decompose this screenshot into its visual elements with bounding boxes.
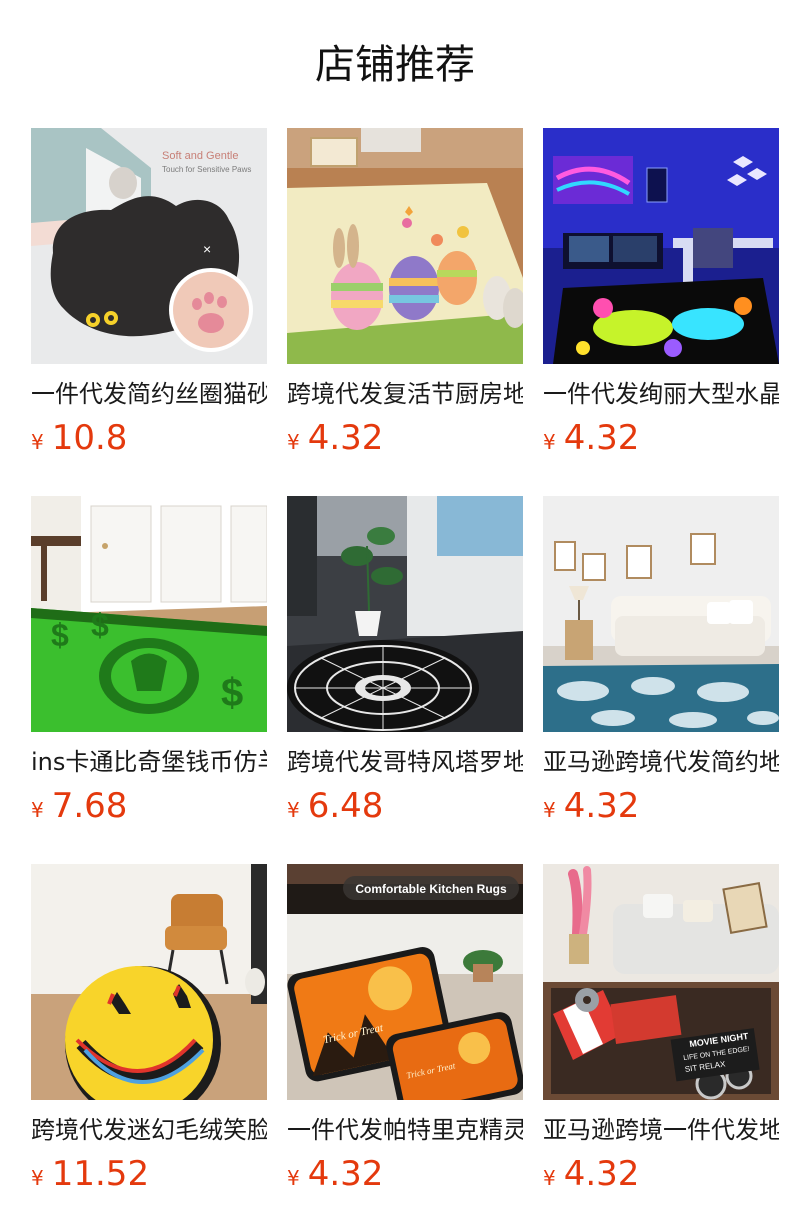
price-value: 7.68 <box>51 786 128 826</box>
svg-text:$: $ <box>51 617 69 653</box>
product-card[interactable]: MOVIE NIGHT LIFE ON THE EDGE! SIT RELAX … <box>543 864 779 1232</box>
currency-symbol: ¥ <box>543 430 556 454</box>
product-card[interactable]: 一件代发绚丽大型水晶地毯 ¥4.32 <box>543 128 779 496</box>
product-price: ¥11.52 <box>31 1154 267 1194</box>
svg-text:$: $ <box>91 607 109 643</box>
cat-litter-mat-image: × Soft and Gentle Touch for Sensitive Pa… <box>31 128 267 364</box>
image-caption-text: Comfortable Kitchen Rugs <box>355 882 507 896</box>
product-name[interactable]: 跨境代发哥特风塔罗地垫 <box>287 746 523 778</box>
product-image[interactable]: × Soft and Gentle Touch for Sensitive Pa… <box>31 128 267 364</box>
money-rug-image: $ $ $ <box>31 496 267 732</box>
product-image[interactable]: MOVIE NIGHT LIFE ON THE EDGE! SIT RELAX <box>543 864 779 1100</box>
product-name[interactable]: 一件代发绚丽大型水晶地毯 <box>543 378 779 410</box>
gaming-room-rug-image <box>543 128 779 364</box>
price-value: 6.48 <box>307 786 384 826</box>
product-name[interactable]: ins卡通比奇堡钱币仿羊绒地毯 <box>31 746 267 778</box>
product-card[interactable]: 亚马逊跨境代发简约地毯 ¥4.32 <box>543 496 779 864</box>
price-value: 4.32 <box>563 1154 640 1194</box>
product-card[interactable]: 跨境代发哥特风塔罗地垫 ¥6.48 <box>287 496 523 864</box>
currency-symbol: ¥ <box>31 1166 44 1190</box>
smiley-face-rug-image <box>31 864 267 1100</box>
product-image[interactable] <box>31 864 267 1100</box>
price-value: 4.32 <box>563 786 640 826</box>
product-image[interactable] <box>287 496 523 732</box>
shop-recommendations-page: 店铺推荐 × Soft and Gentle Touch for Sensiti… <box>0 0 790 1232</box>
currency-symbol: ¥ <box>31 798 44 822</box>
easter-kitchen-mat-image <box>287 128 523 364</box>
product-price: ¥10.8 <box>31 418 267 458</box>
product-name[interactable]: 跨境代发复活节厨房地垫 <box>287 378 523 410</box>
product-price: ¥7.68 <box>31 786 267 826</box>
currency-symbol: ¥ <box>287 430 300 454</box>
currency-symbol: ¥ <box>287 798 300 822</box>
product-price: ¥4.32 <box>543 786 779 826</box>
product-price: ¥4.32 <box>543 1154 779 1194</box>
currency-symbol: ¥ <box>287 1166 300 1190</box>
product-image[interactable]: $ $ $ <box>31 496 267 732</box>
product-card[interactable]: $ $ $ ins卡通比奇堡钱币仿羊绒地毯 ¥7.68 <box>31 496 267 864</box>
product-card[interactable]: Comfortable Kitchen Rugs Trick or Treat <box>287 864 523 1232</box>
product-image[interactable] <box>543 128 779 364</box>
currency-symbol: ¥ <box>31 430 44 454</box>
tarot-round-mat-image <box>287 496 523 732</box>
product-price: ¥4.32 <box>287 1154 523 1194</box>
movie-night-rug-image: MOVIE NIGHT LIFE ON THE EDGE! SIT RELAX <box>543 864 779 1100</box>
product-card[interactable]: 跨境代发迷幻毛绒笑脸地毯 ¥11.52 <box>31 864 267 1232</box>
product-card[interactable]: × Soft and Gentle Touch for Sensitive Pa… <box>31 128 267 496</box>
product-name[interactable]: 亚马逊跨境代发简约地毯 <box>543 746 779 778</box>
product-price: ¥4.32 <box>287 418 523 458</box>
product-price: ¥6.48 <box>287 786 523 826</box>
product-price: ¥4.32 <box>543 418 779 458</box>
price-value: 4.32 <box>563 418 640 458</box>
svg-text:$: $ <box>221 671 243 715</box>
product-image[interactable] <box>287 128 523 364</box>
halloween-kitchen-rugs-image: Comfortable Kitchen Rugs Trick or Treat <box>287 864 523 1100</box>
product-name[interactable]: 一件代发帕特里克精灵地垫 <box>287 1114 523 1146</box>
living-room-rug-image <box>543 496 779 732</box>
product-name[interactable]: 一件代发简约丝圈猫砂垫 <box>31 378 267 410</box>
product-card[interactable]: 跨境代发复活节厨房地垫 ¥4.32 <box>287 128 523 496</box>
product-image[interactable] <box>543 496 779 732</box>
currency-symbol: ¥ <box>543 1166 556 1190</box>
product-image[interactable]: Comfortable Kitchen Rugs Trick or Treat <box>287 864 523 1100</box>
image-caption-text: Soft and Gentle <box>162 150 238 162</box>
price-value: 4.32 <box>307 418 384 458</box>
product-name[interactable]: 跨境代发迷幻毛绒笑脸地毯 <box>31 1114 267 1146</box>
price-value: 11.52 <box>51 1154 150 1194</box>
image-subcaption-text: Touch for Sensitive Paws <box>162 165 251 174</box>
product-grid: × Soft and Gentle Touch for Sensitive Pa… <box>31 128 779 1232</box>
price-value: 4.32 <box>307 1154 384 1194</box>
svg-text:×: × <box>203 241 211 257</box>
product-name[interactable]: 亚马逊跨境一件代发地毯 <box>543 1114 779 1146</box>
currency-symbol: ¥ <box>543 798 556 822</box>
price-value: 10.8 <box>51 418 128 458</box>
section-title: 店铺推荐 <box>315 42 475 88</box>
